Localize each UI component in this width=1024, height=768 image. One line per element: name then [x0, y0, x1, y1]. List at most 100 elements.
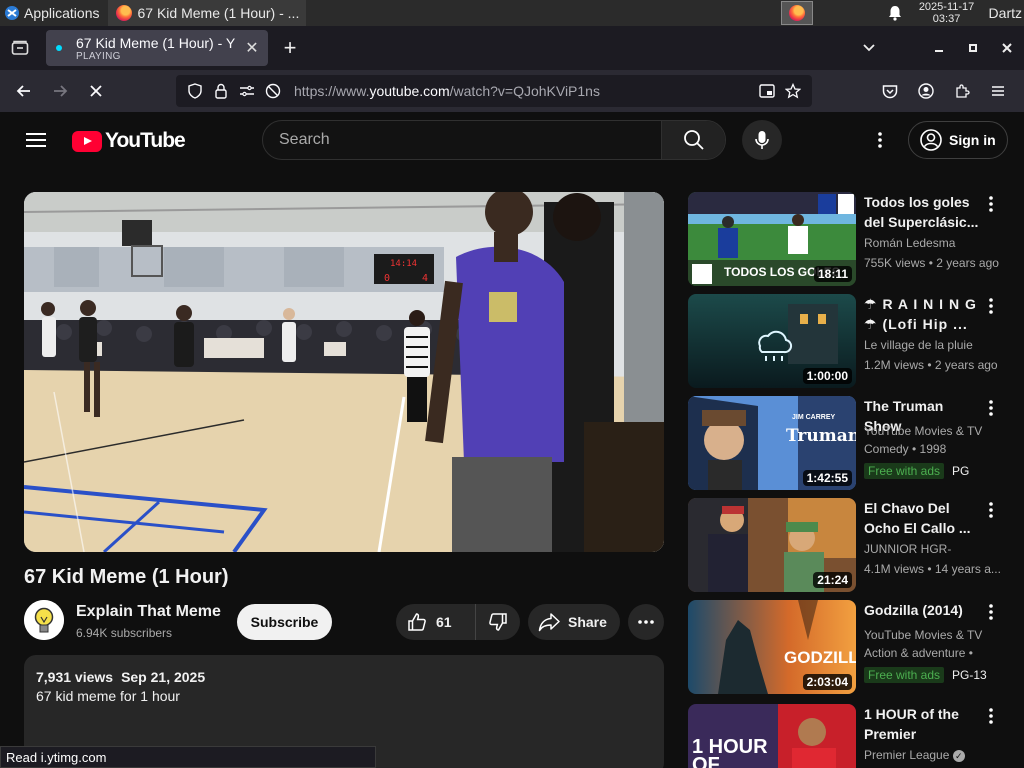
back-button[interactable]: [6, 75, 42, 107]
os-taskbar: Applications 67 Kid Meme (1 Hour) - ... …: [0, 0, 1024, 26]
browser-nav-bar: https://www.youtube.com/watch?v=QJohKViP…: [0, 70, 1024, 112]
video-title: 67 Kid Meme (1 Hour): [24, 566, 229, 588]
video-duration: 1:42:55: [802, 470, 852, 486]
description-text: 67 kid meme for 1 hour: [36, 688, 180, 704]
search-icon: [683, 130, 704, 150]
pocket-icon[interactable]: [872, 75, 908, 107]
new-tab-button[interactable]: +: [272, 30, 308, 66]
recommendation-title[interactable]: ☂ R A I N I N G ☂ (Lofi Hip ...: [864, 294, 982, 334]
menu-hamburger-icon[interactable]: [980, 75, 1016, 107]
recommendation-item[interactable]: GODZILLA 2:03:04 Godzilla (2014) YouTube…: [688, 600, 1008, 694]
recommendation-kebab-icon[interactable]: [984, 500, 998, 520]
picture-in-picture-icon[interactable]: [754, 78, 780, 104]
channel-avatar[interactable]: [24, 600, 64, 640]
tracking-shield-icon[interactable]: [182, 78, 208, 104]
clock-date: 2025-11-17: [918, 1, 975, 13]
url-bar[interactable]: https://www.youtube.com/watch?v=QJohKViP…: [176, 75, 812, 107]
youtube-logo[interactable]: YouTube: [72, 129, 186, 153]
account-icon[interactable]: [908, 75, 944, 107]
share-button[interactable]: Share: [528, 604, 620, 640]
recommendation-kebab-icon[interactable]: [984, 706, 998, 726]
like-button[interactable]: 61: [396, 604, 476, 640]
recommendation-title[interactable]: El Chavo Del Ocho El Callo ...: [864, 498, 982, 538]
applications-menu[interactable]: Applications: [0, 0, 104, 26]
recommendation-thumbnail[interactable]: GODZILLA 2:03:04: [688, 600, 856, 694]
maximize-button[interactable]: [956, 26, 990, 70]
recommendation-thumbnail[interactable]: TODOS LOS GOLES 18:11: [688, 192, 856, 286]
youtube-logo-text: YouTube: [105, 129, 186, 152]
recommendation-channel[interactable]: YouTube Movies & TV: [864, 424, 1002, 438]
bookmark-star-icon[interactable]: [780, 78, 806, 104]
verified-check-icon: ✓: [952, 749, 965, 762]
minimize-button[interactable]: [922, 26, 956, 70]
user-menu[interactable]: Dartz: [989, 5, 1022, 21]
recommendation-item[interactable]: JIM CARREY Truman 1:42:55 The Truman Sho…: [688, 396, 1008, 490]
recommendation-thumbnail[interactable]: 21:24: [688, 498, 856, 592]
taskbar-window-label: 67 Kid Meme (1 Hour) - ...: [137, 5, 300, 21]
search-button[interactable]: [661, 121, 725, 159]
like-count: 61: [436, 614, 452, 630]
recommendation-kebab-icon[interactable]: [984, 602, 998, 622]
video-frame: 14:14 0 4: [24, 192, 664, 552]
upload-date: Sep 21, 2025: [121, 669, 206, 685]
firefox-view-button[interactable]: [0, 26, 40, 70]
extensions-icon[interactable]: [944, 75, 980, 107]
close-tab-icon[interactable]: ✕: [242, 38, 262, 58]
forward-button[interactable]: [42, 75, 78, 107]
subscribe-button[interactable]: Subscribe: [237, 604, 332, 640]
scoreboard-right: 4: [422, 273, 428, 284]
recommendation-item[interactable]: 21:24 El Chavo Del Ocho El Callo ... JUN…: [688, 498, 1008, 592]
list-all-tabs-chevron-icon[interactable]: [852, 26, 886, 70]
recommendation-item[interactable]: TODOS LOS GOLES 18:11 Todos los goles de…: [688, 192, 1008, 286]
guide-menu-icon[interactable]: [20, 128, 52, 152]
recommendation-kebab-icon[interactable]: [984, 296, 998, 316]
search-input[interactable]: Search: [263, 121, 661, 159]
firefox-view-icon: [11, 40, 29, 55]
more-actions-button[interactable]: [628, 604, 664, 640]
back-arrow-icon: [16, 85, 30, 97]
notification-bell-icon[interactable]: [883, 1, 907, 25]
recommendation-channel[interactable]: YouTube Movies & TV: [864, 628, 1002, 642]
autoplay-blocked-icon[interactable]: [260, 78, 286, 104]
content-rating: PG-13: [952, 668, 987, 682]
free-with-ads-badge: Free with ads: [864, 667, 945, 683]
dislike-button[interactable]: [476, 611, 520, 633]
channel-name[interactable]: Explain That Meme: [76, 603, 221, 621]
recommendation-channel[interactable]: JUNNIOR HGR-: [864, 542, 1002, 556]
lightbulb-avatar-icon: [24, 600, 64, 640]
search-box: Search: [262, 120, 726, 160]
firefox-icon: [115, 5, 132, 21]
tray-firefox-icon[interactable]: [780, 1, 813, 25]
recommendation-title[interactable]: Godzilla (2014): [864, 600, 982, 620]
recommendation-title[interactable]: 1 HOUR of the Premier League'...: [864, 704, 982, 744]
recommendation-title[interactable]: Todos los goles del Superclásic...: [864, 192, 982, 232]
view-count: 7,931 views: [36, 669, 114, 685]
tab-youtube[interactable]: 67 Kid Meme (1 Hour) - Y PLAYING ✕: [46, 30, 268, 66]
taskbar-window-firefox[interactable]: 67 Kid Meme (1 Hour) - ...: [107, 0, 306, 26]
thumbs-down-icon: [489, 613, 507, 631]
recommendation-thumbnail[interactable]: 1 HOUR OF GOALS: [688, 704, 856, 768]
recommendation-thumbnail[interactable]: 1:00:00: [688, 294, 856, 388]
recommendation-channel[interactable]: Premier League ✓: [864, 748, 1002, 762]
video-player[interactable]: 14:14 0 4: [24, 192, 664, 552]
recommendation-channel[interactable]: Román Ledesma: [864, 236, 1002, 250]
recommendation-channel[interactable]: Le village de la pluie: [864, 338, 1002, 352]
permissions-icon[interactable]: [234, 78, 260, 104]
close-window-button[interactable]: [990, 26, 1024, 70]
recommendation-thumbnail[interactable]: JIM CARREY Truman 1:42:55: [688, 396, 856, 490]
clock[interactable]: 2025-11-17 03:37: [917, 1, 977, 25]
account-circle-icon: [920, 129, 942, 151]
lock-icon[interactable]: [208, 78, 234, 104]
sign-in-button[interactable]: Sign in: [908, 121, 1008, 159]
voice-search-button[interactable]: [742, 120, 782, 160]
recommendation-item[interactable]: 1:00:00 ☂ R A I N I N G ☂ (Lofi Hip ... …: [688, 294, 1008, 388]
stop-button[interactable]: [78, 75, 114, 107]
svg-text:14:14: 14:14: [390, 259, 417, 269]
recommendation-kebab-icon[interactable]: [984, 194, 998, 214]
forward-arrow-icon: [54, 85, 68, 97]
share-arrow-icon: [538, 613, 560, 632]
thumbnail-caption: Truman: [786, 426, 856, 446]
recommendation-kebab-icon[interactable]: [984, 398, 998, 418]
settings-kebab-icon[interactable]: [868, 128, 892, 152]
recommendation-item[interactable]: 1 HOUR OF GOALS 1 HOUR of the Premier Le…: [688, 704, 1008, 768]
